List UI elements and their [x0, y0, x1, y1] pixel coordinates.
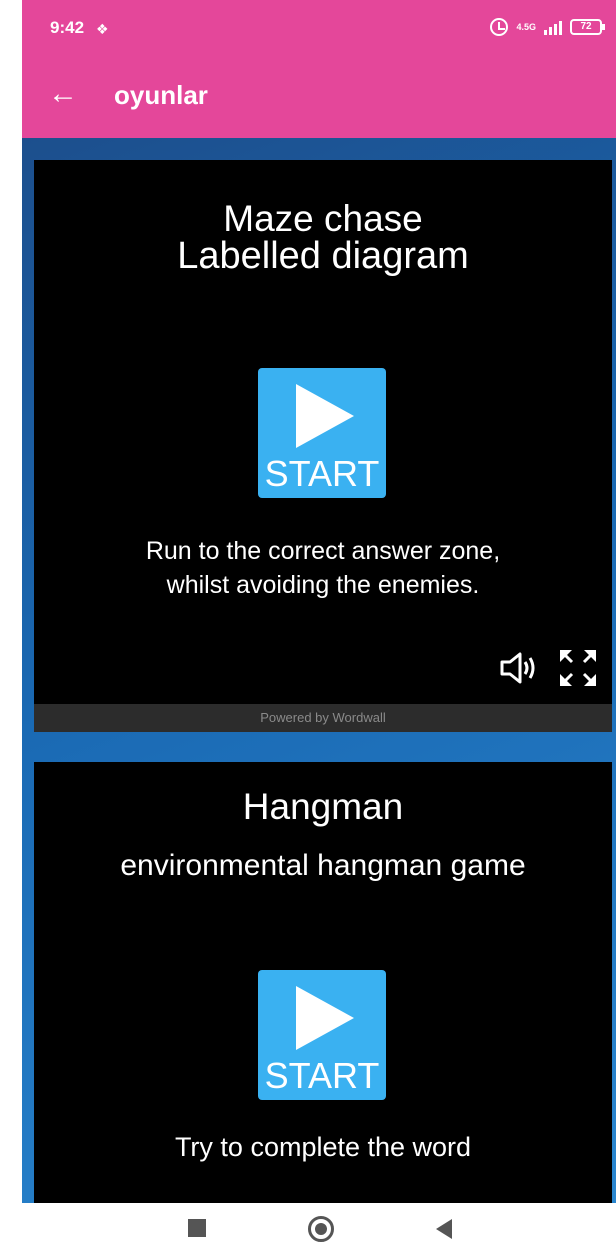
status-time: 9:42	[50, 18, 85, 37]
network-type: 4.5G	[516, 21, 536, 32]
status-indicators: 4.5G 72	[490, 18, 605, 36]
app-bar: ← oyunlar	[22, 52, 616, 138]
arrow-left-icon[interactable]: ←	[48, 74, 88, 114]
game-type: Hangman	[242, 786, 404, 827]
game-description: Run to the correct answer zone, whilst a…	[145, 537, 501, 599]
game-card[interactable]: Hangman environmental hangman game START…	[34, 762, 612, 1203]
play-icon	[296, 986, 354, 1050]
circle-icon[interactable]	[308, 1216, 334, 1242]
start-button[interactable]: START	[258, 368, 386, 498]
layers-icon: ❖	[96, 21, 109, 37]
games-list[interactable]: Maze chase Labelled diagram START Run to…	[22, 138, 616, 1203]
battery-icon: 72	[570, 19, 605, 35]
game-description: Try to complete the word	[174, 1132, 472, 1162]
fullscreen-icon[interactable]	[554, 644, 602, 692]
page-title: oyunlar	[114, 80, 208, 110]
triangle-back-icon[interactable]	[436, 1219, 452, 1239]
alarm-icon	[490, 18, 509, 36]
play-icon	[296, 384, 354, 448]
start-button[interactable]: START	[258, 970, 386, 1100]
signal-icon	[544, 19, 562, 35]
status-bar: 9:42 ❖ 4.5G 72	[22, 0, 616, 52]
powered-by-label[interactable]: Powered by Wordwall	[34, 704, 612, 732]
game-title: Labelled diagram	[177, 235, 469, 277]
start-label: START	[264, 1055, 380, 1096]
start-label: START	[264, 453, 380, 494]
system-nav-bar	[0, 1203, 616, 1251]
speaker-icon[interactable]	[496, 646, 540, 690]
phone-screen: 9:42 ❖ 4.5G 72 ← oyunlar Maze chase Labe…	[22, 0, 616, 1203]
game-title: environmental hangman game	[120, 849, 526, 882]
square-icon[interactable]	[188, 1219, 206, 1237]
game-card[interactable]: Maze chase Labelled diagram START Run to…	[34, 160, 612, 732]
